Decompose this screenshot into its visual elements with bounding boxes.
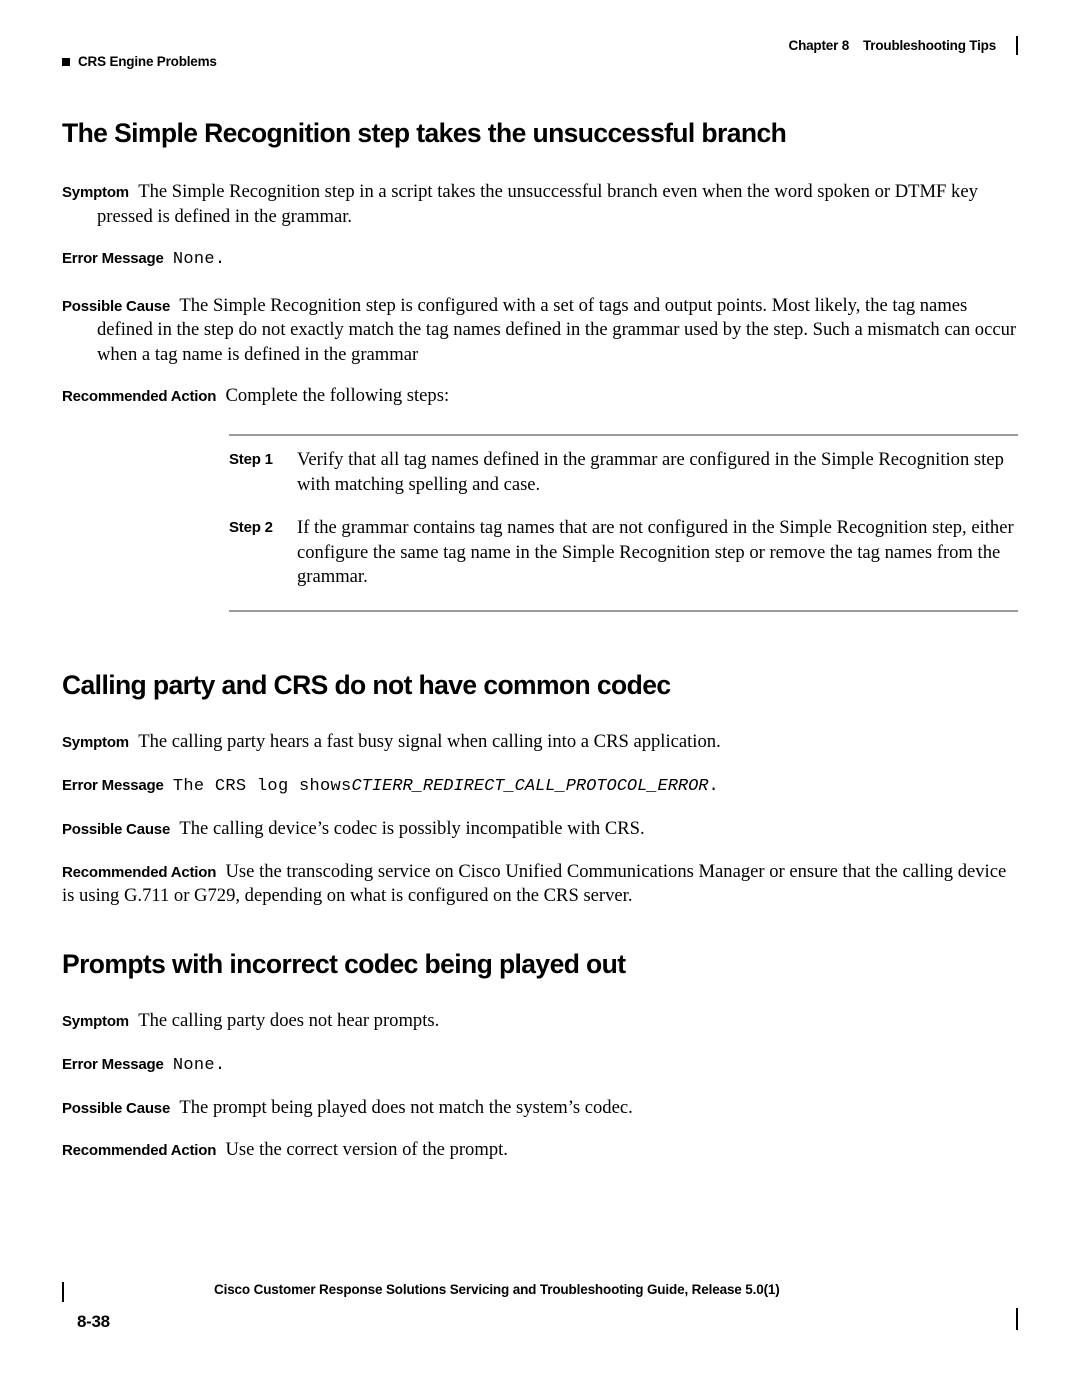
symptom-label-2: Symptom <box>62 734 129 752</box>
cause-text-2: The calling device’s codec is possibly i… <box>179 817 645 839</box>
section-1-cause: Possible Cause The Simple Recognition st… <box>62 294 1018 368</box>
action-label-3: Recommended Action <box>62 1142 217 1160</box>
footer-rule-right <box>1016 1308 1018 1330</box>
footer-page-number: 8-38 <box>77 1312 110 1331</box>
cause-text-1: The Simple Recognition step is configure… <box>97 294 1017 365</box>
symptom-label-1: Symptom <box>62 184 129 202</box>
header-left-label: CRS Engine Problems <box>78 54 217 69</box>
header-running-title: CRS Engine Problems <box>62 54 217 69</box>
cause-label-2: Possible Cause <box>62 820 171 838</box>
step-row: Step 1 Verify that all tag names defined… <box>229 436 1018 503</box>
section-heading-1: The Simple Recognition step takes the un… <box>62 118 787 148</box>
section-3-action: Recommended Action Use the correct versi… <box>62 1138 1018 1163</box>
step-label-1: Step 1 <box>229 451 273 469</box>
section-2-symptom: Symptom The calling party hears a fast b… <box>62 730 1018 755</box>
section-1-error: Error Message None. <box>62 246 1018 272</box>
section-heading-3: Prompts with incorrect codec being playe… <box>62 948 626 979</box>
symptom-text-2: The calling party hears a fast busy sign… <box>138 731 721 753</box>
page-content: The Simple Recognition step takes the un… <box>62 118 1018 1163</box>
step-text-2: If the grammar contains tag names that a… <box>297 516 1014 588</box>
step-row: Step 2 If the grammar contains tag names… <box>229 504 1018 596</box>
error-label-2: Error Message <box>62 777 164 795</box>
error-label-3: Error Message <box>62 1056 164 1074</box>
step-text-1: Verify that all tag names defined in the… <box>297 449 1004 496</box>
error-text-2-tail: . <box>708 777 720 797</box>
cause-text-3: The prompt being played does not match t… <box>179 1096 633 1118</box>
footer-rule-left <box>62 1282 64 1302</box>
header-chapter-number: Chapter 8 <box>788 38 850 53</box>
section-3-cause: Possible Cause The prompt being played d… <box>62 1096 1018 1121</box>
section-heading-2: Calling party and CRS do not have common… <box>62 669 671 700</box>
action-label-1: Recommended Action <box>62 387 217 405</box>
symptom-text-3: The calling party does not hear prompts. <box>138 1010 440 1032</box>
section-3-symptom: Symptom The calling party does not hear … <box>62 1009 1018 1034</box>
symptom-text-1: The Simple Recognition step in a script … <box>97 181 978 228</box>
square-bullet-icon <box>62 57 70 66</box>
section-2-action: Recommended Action Use the transcoding s… <box>62 860 1018 909</box>
header-rule <box>1016 36 1018 55</box>
section-2-cause: Possible Cause The calling device’s code… <box>62 817 1018 842</box>
steps-table: Step 1 Verify that all tag names defined… <box>229 434 1018 612</box>
page-footer: Cisco Customer Response Solutions Servic… <box>62 1282 1018 1352</box>
error-label-1: Error Message <box>62 249 164 267</box>
action-text-1: Complete the following steps: <box>225 384 450 406</box>
section-1-action: Recommended Action Complete the followin… <box>62 384 1018 409</box>
symptom-label-3: Symptom <box>62 1013 129 1031</box>
section-2-error: Error Message The CRS log showsCTIERR_RE… <box>62 773 1018 799</box>
error-text-2-code: CTIERR_REDIRECT_CALL_PROTOCOL_ERROR <box>351 777 709 797</box>
step-label-2: Step 2 <box>229 518 273 536</box>
section-1-symptom: Symptom The Simple Recognition step in a… <box>62 180 1018 229</box>
header-chapter-info: Chapter 8 Troubleshooting Tips <box>789 36 1018 55</box>
header-chapter-title: Troubleshooting Tips <box>863 38 996 53</box>
page-header: CRS Engine Problems Chapter 8 Troublesho… <box>62 36 1018 70</box>
error-text-2-prefix: The CRS log shows <box>172 777 352 797</box>
action-text-3: Use the correct version of the prompt. <box>225 1139 508 1161</box>
error-text-3: None. <box>172 1056 226 1076</box>
cause-label-1: Possible Cause <box>62 297 171 315</box>
error-text-1: None. <box>172 249 226 269</box>
steps-rule-bottom <box>229 609 1018 612</box>
document-page: CRS Engine Problems Chapter 8 Troublesho… <box>0 0 1080 1397</box>
action-label-2: Recommended Action <box>62 863 217 881</box>
footer-document-title: Cisco Customer Response Solutions Servic… <box>214 1282 780 1297</box>
section-3-error: Error Message None. <box>62 1052 1018 1078</box>
cause-label-3: Possible Cause <box>62 1099 171 1117</box>
